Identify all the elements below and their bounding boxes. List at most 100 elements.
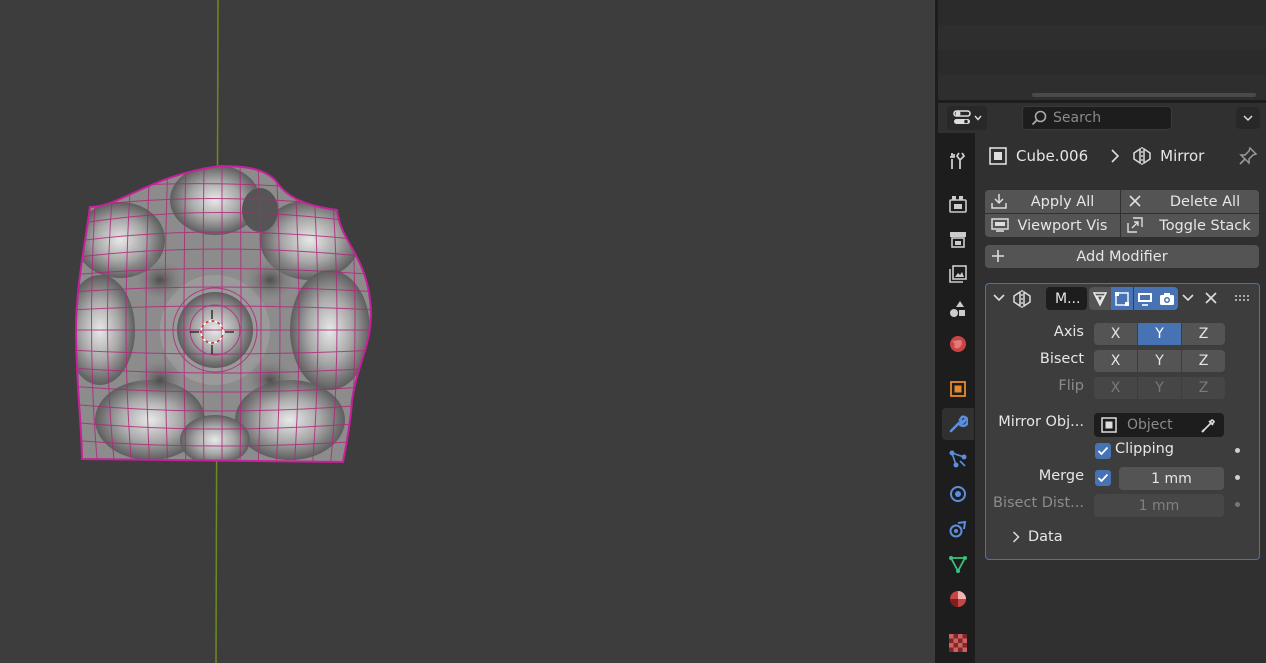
render-tab[interactable] xyxy=(942,188,974,220)
modifier-name-field[interactable]: M... xyxy=(1046,287,1087,310)
add-modifier-button[interactable]: Add Modifier xyxy=(985,245,1259,268)
3d-viewport[interactable] xyxy=(0,0,935,663)
axis-z-toggle[interactable]: Z xyxy=(1182,323,1225,345)
mirror-modifier-icon xyxy=(1013,290,1031,308)
right-editor-column: Search Cube.006 Mirror Apply All Delete … xyxy=(938,0,1266,663)
chevron-right-icon xyxy=(1111,149,1120,163)
mirror-object-placeholder: Object xyxy=(1127,417,1173,433)
edit-cage-toggle[interactable] xyxy=(1089,287,1111,310)
edit-mode-toggle[interactable] xyxy=(1111,287,1133,310)
flip-y-toggle[interactable]: Y xyxy=(1138,377,1181,399)
outliner-row[interactable] xyxy=(938,25,1266,50)
monitor-icon xyxy=(991,218,1009,232)
eyedropper-icon[interactable] xyxy=(1200,416,1218,434)
modifier-header[interactable]: M... xyxy=(986,284,1259,314)
outliner-row[interactable] xyxy=(938,0,1266,25)
object-icon xyxy=(950,381,966,397)
physics-tab[interactable] xyxy=(942,478,974,510)
properties-tabs xyxy=(938,133,975,663)
options-dropdown-button[interactable] xyxy=(1236,107,1260,129)
modifier-properties-content: Cube.006 Mirror Apply All Delete All Vie… xyxy=(975,133,1266,663)
merge-distance-field[interactable]: 1 mm xyxy=(1119,467,1224,490)
bisect-y-toggle[interactable]: Y xyxy=(1138,350,1181,372)
viewport-canvas[interactable] xyxy=(0,0,935,663)
viewport-display-toggle[interactable] xyxy=(1134,287,1156,310)
merge-label: Merge xyxy=(1038,468,1084,484)
clipping-label: Clipping xyxy=(1115,441,1175,457)
render-icon xyxy=(949,196,967,213)
tool-tab[interactable] xyxy=(942,145,974,177)
toggle-stack-button[interactable]: Toggle Stack xyxy=(1121,214,1259,237)
view-layer-icon xyxy=(949,265,967,283)
chevron-down-icon xyxy=(1243,114,1253,121)
camera-icon xyxy=(1160,292,1174,305)
pin-button[interactable] xyxy=(1238,146,1258,170)
physics-icon xyxy=(950,486,966,502)
chevron-down-icon xyxy=(974,115,982,121)
world-tab[interactable] xyxy=(942,328,974,360)
object-icon xyxy=(989,147,1007,165)
mirror-modifier-icon xyxy=(1133,147,1151,165)
axis-x-toggle[interactable]: X xyxy=(1094,323,1137,345)
scene-tab[interactable] xyxy=(942,293,974,325)
world-icon xyxy=(950,336,966,352)
delete-all-button[interactable]: Delete All xyxy=(1121,190,1259,213)
object-tab[interactable] xyxy=(942,373,974,405)
breadcrumb-object: Cube.006 xyxy=(1016,147,1089,165)
mirror-modifier-panel: M... Axis X Y Z Bisect X Y Z Flip X Y Z … xyxy=(985,283,1260,560)
particles-tab[interactable] xyxy=(942,443,974,475)
particles-icon xyxy=(949,450,967,468)
mesh-object xyxy=(76,166,371,462)
merge-checkbox[interactable] xyxy=(1095,470,1111,486)
texture-tab[interactable] xyxy=(942,627,974,659)
flip-z-toggle[interactable]: Z xyxy=(1182,377,1225,399)
keyframe-dot[interactable] xyxy=(1235,502,1240,507)
bisect-label: Bisect xyxy=(1039,351,1084,367)
output-icon xyxy=(950,232,966,248)
mirror-object-label: Mirror Obj... xyxy=(998,414,1084,430)
axis-y-toggle[interactable]: Y xyxy=(1138,323,1181,345)
flip-x-toggle[interactable]: X xyxy=(1094,377,1137,399)
clipping-checkbox[interactable] xyxy=(1095,443,1111,459)
breadcrumb: Cube.006 Mirror xyxy=(988,145,1204,167)
flip-label: Flip xyxy=(1058,378,1084,394)
keyframe-dot[interactable] xyxy=(1235,475,1240,480)
drag-handle-icon[interactable] xyxy=(1235,295,1251,301)
search-input[interactable]: Search xyxy=(1022,106,1172,130)
editor-type-button[interactable] xyxy=(947,106,987,130)
outliner-area[interactable] xyxy=(938,0,1266,100)
bisect-x-toggle[interactable]: X xyxy=(1094,350,1137,372)
tool-icon xyxy=(950,152,966,169)
bisect-z-toggle[interactable]: Z xyxy=(1182,350,1225,372)
constraints-tab[interactable] xyxy=(942,513,974,545)
close-icon xyxy=(1129,195,1141,207)
chevron-down-icon[interactable] xyxy=(1182,294,1194,302)
outliner-row[interactable] xyxy=(938,50,1266,75)
chevron-right-icon xyxy=(1012,531,1020,543)
search-placeholder: Search xyxy=(1053,110,1102,126)
wrench-icon xyxy=(949,415,968,433)
download-icon xyxy=(991,194,1007,209)
outliner-scrollbar[interactable] xyxy=(1032,93,1256,97)
properties-editor-icon xyxy=(953,110,971,124)
edit-cage-icon xyxy=(1092,291,1108,307)
view-layer-tab[interactable] xyxy=(942,258,974,290)
axis-label: Axis xyxy=(1053,324,1084,340)
keyframe-dot[interactable] xyxy=(1235,448,1240,453)
close-icon[interactable] xyxy=(1205,292,1217,304)
output-tab[interactable] xyxy=(942,223,974,255)
mirror-object-field[interactable]: Object xyxy=(1094,413,1224,437)
plus-icon xyxy=(992,250,1004,262)
breadcrumb-modifier: Mirror xyxy=(1160,147,1205,165)
material-tab[interactable] xyxy=(942,583,974,615)
render-toggle[interactable] xyxy=(1156,287,1178,310)
chevron-down-icon[interactable] xyxy=(993,294,1005,302)
modifiers-tab[interactable] xyxy=(942,408,974,440)
data-subpanel-label: Data xyxy=(1028,529,1063,545)
bisect-distance-field[interactable]: 1 mm xyxy=(1094,494,1224,517)
material-icon xyxy=(950,591,966,607)
data-tab[interactable] xyxy=(942,548,974,580)
data-subpanel-header[interactable]: Data xyxy=(1012,526,1063,548)
apply-all-button[interactable]: Apply All xyxy=(985,190,1120,213)
viewport-vis-button[interactable]: Viewport Vis xyxy=(985,214,1120,237)
